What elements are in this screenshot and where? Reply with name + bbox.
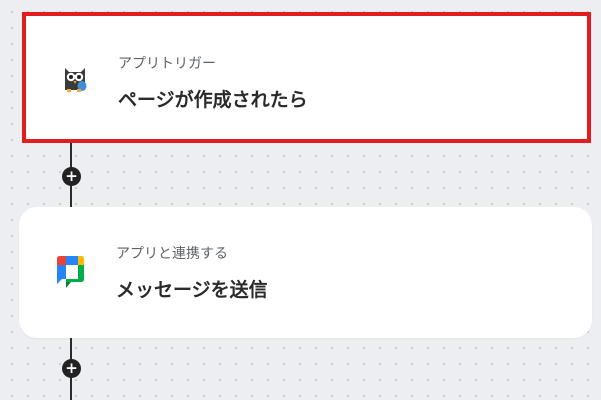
trigger-step-card[interactable]: アプリトリガー ページが作成されたら (22, 12, 591, 143)
google-chat-icon (54, 254, 92, 292)
action-step-card[interactable]: アプリと連携する メッセージを送信 (19, 207, 592, 338)
owl-app-icon (56, 60, 94, 98)
trigger-step-label: アプリトリガー (118, 56, 216, 72)
trigger-step-title: ページが作成されたら (118, 89, 308, 111)
action-step-label: アプリと連携する (116, 246, 228, 262)
add-step-button-bottom[interactable]: + (62, 359, 81, 378)
action-step-title: メッセージを送信 (116, 279, 268, 301)
add-step-button[interactable]: + (62, 167, 81, 186)
